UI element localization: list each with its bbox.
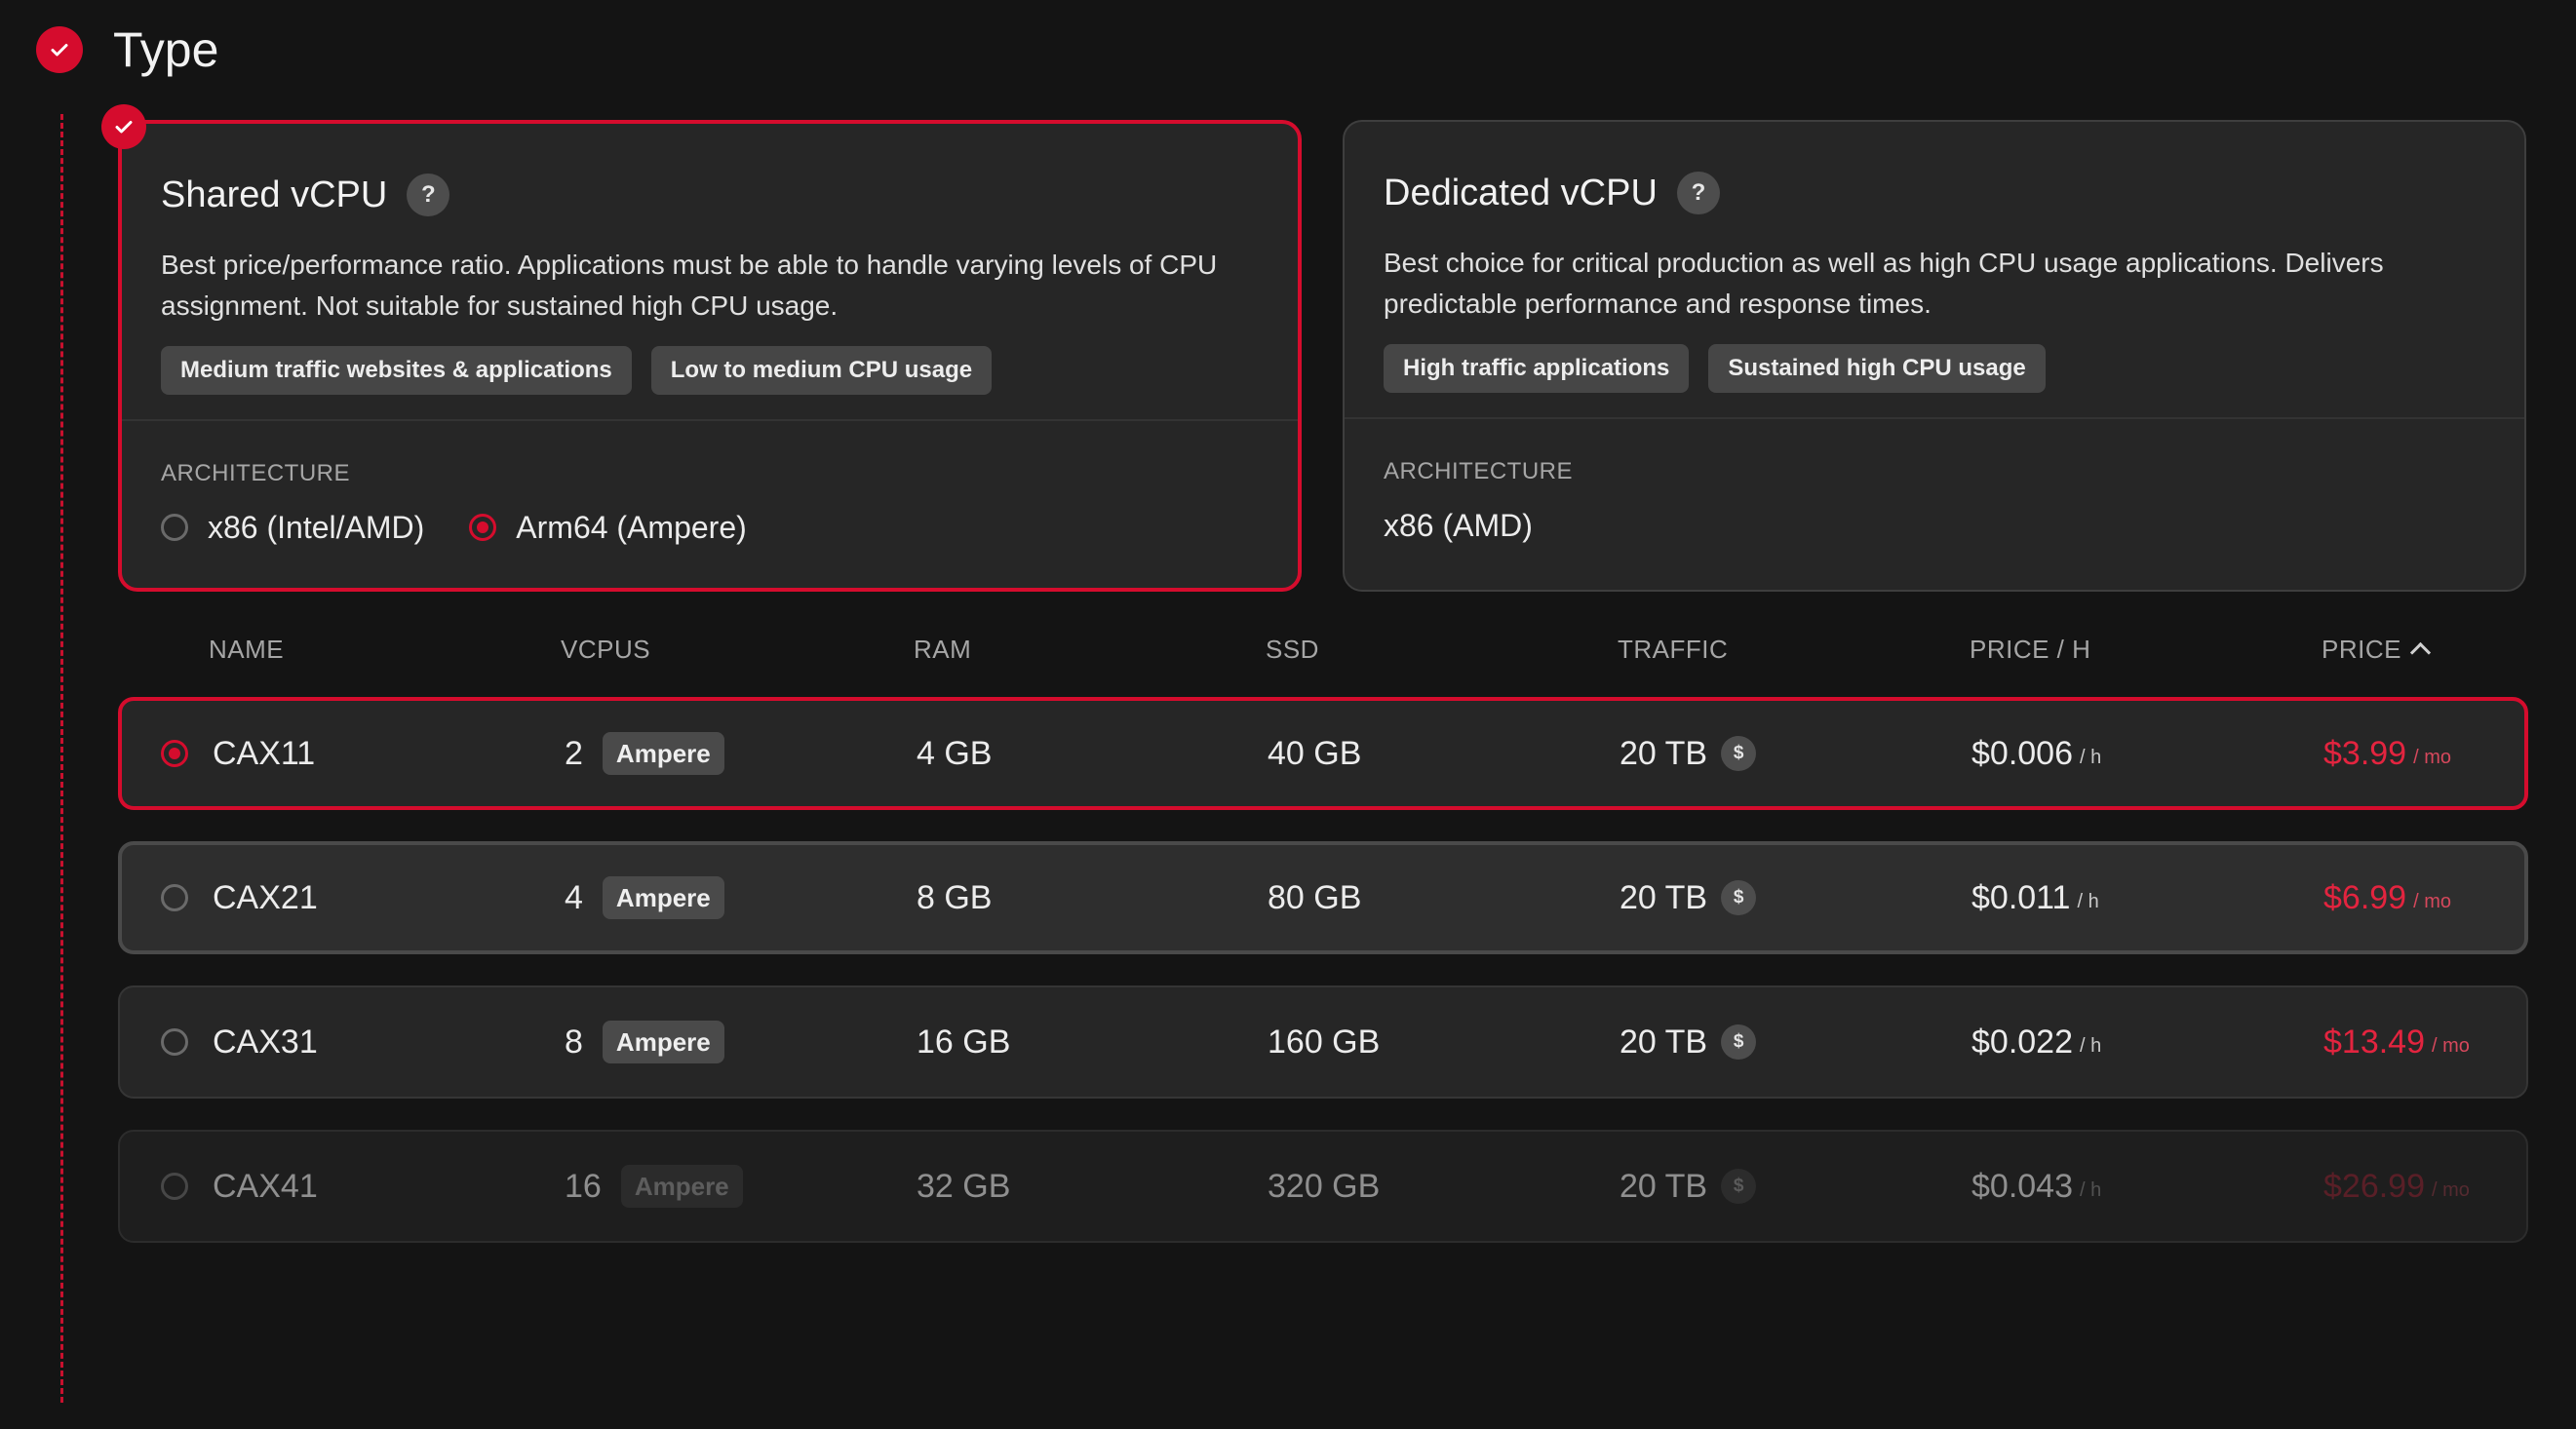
- monthly-price-unit: / mo: [2413, 746, 2451, 768]
- card-selected-check-icon: [101, 104, 146, 149]
- ssd-value: 320 GB: [1268, 1167, 1381, 1205]
- section-complete-check-icon: [36, 26, 83, 73]
- hourly-price-unit: / h: [2080, 1034, 2102, 1057]
- row-radio-button[interactable]: [161, 1028, 188, 1056]
- architecture-value: x86 (AMD): [1384, 508, 1533, 543]
- card-dedicated-vcpu[interactable]: Dedicated vCPU ? Best choice for critica…: [1343, 120, 2526, 592]
- help-icon[interactable]: ?: [407, 174, 450, 216]
- monthly-price-unit: / mo: [2432, 1034, 2470, 1057]
- cpu-type-badge: Ampere: [602, 732, 724, 775]
- monthly-price: $13.49: [2323, 1023, 2425, 1061]
- column-header-vcpus[interactable]: VCPUS: [561, 632, 650, 667]
- tag: Low to medium CPU usage: [650, 346, 993, 395]
- hourly-price: $0.022: [1971, 1023, 2073, 1061]
- traffic-cost-info-icon[interactable]: $: [1721, 1169, 1757, 1204]
- server-type-row[interactable]: CAX11 2 Ampere 4 GB 40 GB 20 TB $ $0.006 / h $3.9…: [118, 697, 2528, 810]
- arch-option-arm64[interactable]: Arm64 (Ampere): [469, 510, 747, 546]
- hourly-price: $0.006: [1971, 734, 2073, 772]
- arch-option-x86[interactable]: x86 (Intel/AMD): [161, 510, 424, 546]
- traffic-value: 20 TB: [1620, 734, 1708, 772]
- card-description: Best choice for critical production as w…: [1384, 248, 2384, 319]
- monthly-price: $3.99: [2323, 734, 2407, 772]
- sort-ascending-icon[interactable]: [2409, 641, 2432, 663]
- cpu-type-badge: Ampere: [602, 876, 724, 919]
- architecture-label: ARCHITECTURE: [161, 460, 351, 486]
- vcpu-count: 8: [565, 1023, 583, 1061]
- server-type-row: CAX41 16 Ampere 32 GB 320 GB 20 TB $ $0.043 / h $…: [118, 1130, 2528, 1243]
- ram-value: 32 GB: [917, 1167, 1011, 1205]
- monthly-price-unit: / mo: [2432, 1178, 2470, 1201]
- row-radio-button[interactable]: [161, 884, 188, 911]
- ssd-value: 80 GB: [1268, 878, 1362, 916]
- column-header-ssd[interactable]: SSD: [1266, 632, 1319, 667]
- card-divider: [1345, 417, 2524, 419]
- hourly-price: $0.043: [1971, 1167, 2073, 1205]
- monthly-price: $26.99: [2323, 1167, 2425, 1205]
- arch-option-label: x86 (Intel/AMD): [208, 509, 425, 545]
- vcpu-count: 2: [565, 734, 583, 772]
- traffic-value: 20 TB: [1620, 1023, 1708, 1061]
- server-name: CAX41: [213, 1167, 318, 1205]
- cpu-type-badge: Ampere: [602, 1021, 724, 1063]
- column-header-price[interactable]: PRICE: [2322, 632, 2432, 667]
- monthly-price-unit: / mo: [2413, 890, 2451, 912]
- ssd-value: 160 GB: [1268, 1023, 1381, 1061]
- server-name: CAX21: [213, 878, 318, 916]
- vcpu-count: 16: [565, 1167, 602, 1205]
- traffic-cost-info-icon[interactable]: $: [1721, 1024, 1757, 1060]
- ram-value: 4 GB: [917, 734, 993, 772]
- tag: High traffic applications: [1384, 344, 1690, 393]
- row-radio-button[interactable]: [161, 740, 188, 767]
- card-title: Shared vCPU: [161, 174, 388, 215]
- column-header-price-label: PRICE: [2322, 635, 2401, 664]
- server-name: CAX11: [213, 734, 316, 772]
- hourly-price-unit: / h: [2080, 1178, 2102, 1201]
- monthly-price: $6.99: [2323, 878, 2407, 916]
- traffic-cost-info-icon[interactable]: $: [1721, 880, 1757, 915]
- hourly-price-unit: / h: [2080, 746, 2102, 768]
- server-type-row[interactable]: CAX21 4 Ampere 8 GB 80 GB 20 TB $ $0.011 / h $6.9…: [118, 841, 2528, 954]
- tag: Sustained high CPU usage: [1708, 344, 2046, 393]
- column-header-price-per-hour[interactable]: PRICE / H: [1970, 632, 2090, 667]
- tag: Medium traffic websites & applications: [161, 346, 632, 395]
- server-name: CAX31: [213, 1023, 318, 1061]
- arch-option-label: Arm64 (Ampere): [516, 509, 747, 545]
- traffic-value: 20 TB: [1620, 1167, 1708, 1205]
- ram-value: 16 GB: [917, 1023, 1011, 1061]
- traffic-value: 20 TB: [1620, 878, 1708, 916]
- section-title: Type: [113, 22, 219, 77]
- cpu-type-badge: Ampere: [620, 1165, 743, 1208]
- card-shared-vcpu[interactable]: Shared vCPU ? Best price/performance rat…: [118, 120, 1302, 592]
- ssd-value: 40 GB: [1268, 734, 1362, 772]
- row-radio-button[interactable]: [161, 1173, 188, 1200]
- column-header-name[interactable]: NAME: [209, 632, 284, 667]
- card-divider: [122, 419, 1298, 421]
- card-description: Best price/performance ratio. Applicatio…: [161, 250, 1218, 321]
- hourly-price: $0.011: [1971, 878, 2071, 916]
- server-type-row[interactable]: CAX31 8 Ampere 16 GB 160 GB 20 TB $ $0.022 / h $1…: [118, 985, 2528, 1099]
- column-header-ram[interactable]: RAM: [914, 632, 971, 667]
- timeline-line: [60, 114, 63, 1403]
- column-header-traffic[interactable]: TRAFFIC: [1618, 632, 1728, 667]
- vcpu-count: 4: [565, 878, 583, 916]
- help-icon[interactable]: ?: [1676, 172, 1720, 214]
- architecture-label: ARCHITECTURE: [1384, 458, 1574, 484]
- hourly-price-unit: / h: [2077, 890, 2099, 912]
- ram-value: 8 GB: [917, 878, 993, 916]
- traffic-cost-info-icon[interactable]: $: [1721, 736, 1757, 771]
- radio-button-selected[interactable]: [469, 514, 497, 541]
- card-title: Dedicated vCPU: [1384, 172, 1658, 213]
- radio-button[interactable]: [161, 514, 188, 541]
